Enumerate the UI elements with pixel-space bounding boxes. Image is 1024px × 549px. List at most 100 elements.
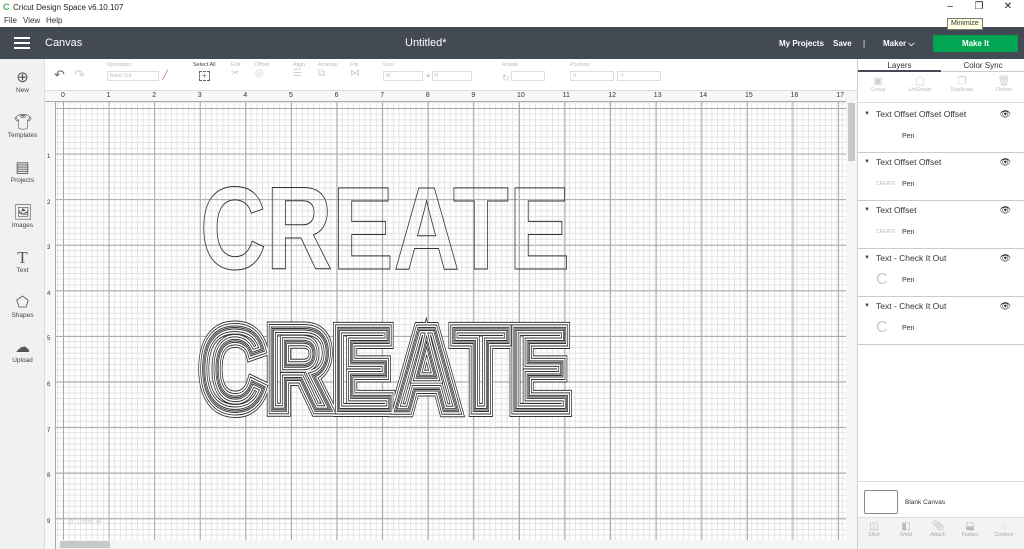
sidebar-item-new[interactable]: ⊕ New — [0, 69, 45, 109]
ruler-top-label: 8 — [425, 92, 430, 99]
eye-icon[interactable]: 👁︎ — [1000, 157, 1011, 168]
design-create-bottom[interactable]: CREATE CREATE CREATE CREATE CREATE CREAT… — [193, 297, 577, 420]
expand-arrow-icon[interactable]: ▼ — [864, 303, 870, 309]
blank-canvas-row[interactable]: Blank Canvas — [858, 481, 1024, 517]
layer-item[interactable]: ▼ Text - Check It Out 👁︎ C Pen — [858, 249, 1024, 297]
sidebar-item-projects[interactable]: ▤ Projects — [0, 159, 45, 199]
vertical-scroll-thumb[interactable] — [848, 103, 855, 161]
tab-color-sync[interactable]: Color Sync — [941, 59, 1024, 72]
edit-group[interactable]: Edit ✂ — [231, 62, 240, 79]
menu-file[interactable]: File — [4, 16, 17, 25]
weld-button[interactable]: ◧ Weld — [890, 521, 922, 538]
layer-item[interactable]: ▼ Text Offset Offset 👁︎ CREATE Pen — [858, 153, 1024, 201]
menu-help[interactable]: Help — [46, 16, 62, 25]
select-all-group[interactable]: Select All + — [193, 62, 216, 81]
pen-color-icon[interactable]: ╱ — [162, 70, 167, 80]
sidebar-item-templates[interactable]: 👕︎ Templates — [0, 114, 45, 154]
expand-arrow-icon[interactable]: ▼ — [864, 111, 870, 117]
horizontal-scrollbar[interactable] — [56, 540, 846, 549]
expand-arrow-icon[interactable]: ▼ — [864, 159, 870, 165]
contour-label: Contour — [994, 532, 1014, 538]
operation-select[interactable]: Basic Cut — [107, 71, 159, 81]
blank-canvas-label: Blank Canvas — [905, 499, 946, 506]
my-projects-button[interactable]: My Projects — [779, 39, 824, 48]
width-field[interactable]: W — [383, 71, 423, 81]
layer-item[interactable]: ▼ Text Offset Offset Offset 👁︎ Pen — [858, 105, 1024, 153]
sidebar-item-upload[interactable]: ☁ Upload — [0, 339, 45, 379]
layer-item[interactable]: ▼ Text Offset 👁︎ CREATE Pen — [858, 201, 1024, 249]
layers-panel: Layers Color Sync ▣ Group ▢ UnGroup ❐ Dupli… — [857, 59, 1024, 549]
redo-icon[interactable]: ↷ — [74, 67, 85, 83]
flip-group[interactable]: Flip ⋈ — [350, 62, 360, 79]
group-button[interactable]: ▣ Group — [858, 76, 898, 93]
sidebar-item-shapes[interactable]: ⬠ Shapes — [0, 294, 45, 334]
sidebar-item-text[interactable]: T Text — [0, 249, 45, 289]
offset-group[interactable]: Offset ◎ — [255, 62, 270, 79]
layer-thumbnail: CREATE — [876, 229, 896, 235]
duplicate-button[interactable]: ❐ Duplicate — [942, 76, 982, 93]
height-field[interactable]: H — [431, 71, 472, 81]
shapes-icon: ⬠ — [15, 294, 30, 311]
arrange-group[interactable]: Arrange ⧉ — [318, 62, 338, 79]
layer-name: Text Offset Offset — [876, 157, 942, 167]
layer-operation: Pen — [902, 325, 915, 332]
ruler-top-label: 15 — [745, 92, 753, 99]
cricut-logo-icon: C — [3, 2, 10, 12]
close-button[interactable]: ✕ — [993, 0, 1023, 14]
machine-selector[interactable]: Maker ⌵ — [883, 39, 914, 49]
position-x-field[interactable]: X — [570, 71, 614, 81]
ruler-top: 0 1 2 3 4 5 6 7 8 9 10 11 12 13 14 15 16 17 — [45, 91, 857, 102]
zoom-out-icon[interactable]: ⊖ — [68, 519, 74, 526]
select-all-label: Select All — [193, 62, 216, 68]
weld-icon: ◧ — [901, 521, 911, 532]
ruler-left-label: 7 — [47, 427, 51, 434]
align-group[interactable]: Align ☰ — [293, 62, 305, 79]
hamburger-menu-icon[interactable] — [14, 37, 30, 49]
canvas-designs[interactable]: CREATE CREATE CREATE CREATE CREATE CREAT… — [190, 170, 580, 420]
ruler-top-label: 6 — [334, 92, 339, 99]
ruler-left-label: 9 — [47, 518, 51, 525]
flip-icon: ⋈ — [350, 68, 360, 79]
horizontal-scroll-thumb[interactable] — [60, 541, 110, 548]
eye-icon[interactable]: 👁︎ — [1000, 205, 1011, 216]
contour-button[interactable]: ◌ Contour — [988, 521, 1020, 538]
ungroup-button[interactable]: ▢ UnGroup — [900, 76, 940, 93]
eye-icon[interactable]: 👁︎ — [1000, 109, 1011, 120]
lock-icon[interactable]: 🔒︎ — [426, 72, 430, 79]
eye-icon[interactable]: 👁︎ — [1000, 301, 1011, 312]
attach-button[interactable]: 📎︎ Attach — [922, 521, 954, 538]
operation-group: Operation Basic Cut ╱ — [107, 62, 168, 81]
position-y-field[interactable]: Y — [617, 71, 662, 81]
tab-layers[interactable]: Layers — [858, 59, 941, 72]
design-create-top[interactable]: CREATE — [200, 170, 571, 296]
minimize-button[interactable]: – — [935, 0, 965, 14]
menu-view[interactable]: View — [23, 16, 40, 25]
eye-icon[interactable]: 👁︎ — [1000, 253, 1011, 264]
zoom-in-icon[interactable]: ⊕ — [96, 519, 102, 526]
expand-arrow-icon[interactable]: ▼ — [864, 207, 870, 213]
rotate-field[interactable] — [510, 71, 545, 81]
restore-button[interactable]: ❐ — [964, 0, 994, 14]
sidebar-item-images[interactable]: 🖼︎ Images — [0, 204, 45, 244]
group-label: Group — [870, 87, 886, 93]
slice-label: Slice — [868, 532, 880, 538]
scissors-icon: ✂ — [231, 68, 240, 79]
vertical-scrollbar[interactable] — [846, 91, 857, 549]
window-title: Cricut Design Space v6.10.107 — [13, 3, 124, 12]
flatten-button[interactable]: ⬓ Flatten — [954, 521, 986, 538]
paperclip-icon: 📎︎ — [931, 521, 945, 532]
canvas-color-swatch[interactable] — [864, 490, 898, 514]
layer-name: Text - Check It Out — [876, 253, 947, 263]
slice-button[interactable]: ◫ Slice — [858, 521, 890, 538]
undo-icon[interactable]: ↶ — [54, 67, 65, 83]
delete-button[interactable]: 🗑︎ Delete — [984, 76, 1024, 93]
edit-toolbar: ↶ ↷ Operation Basic Cut ╱ Select All + E… — [45, 59, 857, 91]
save-button[interactable]: Save — [833, 39, 852, 48]
attach-label: Attach — [930, 532, 946, 538]
layer-thumbnail: CREATE — [876, 181, 896, 187]
make-it-button[interactable]: Make It — [933, 35, 1018, 52]
chevron-down-icon: ⌵ — [908, 39, 915, 48]
ruler-top-label: 0 — [61, 92, 65, 99]
layer-item[interactable]: ▼ Text - Check It Out 👁︎ C Pen — [858, 297, 1024, 345]
expand-arrow-icon[interactable]: ▼ — [864, 255, 870, 261]
